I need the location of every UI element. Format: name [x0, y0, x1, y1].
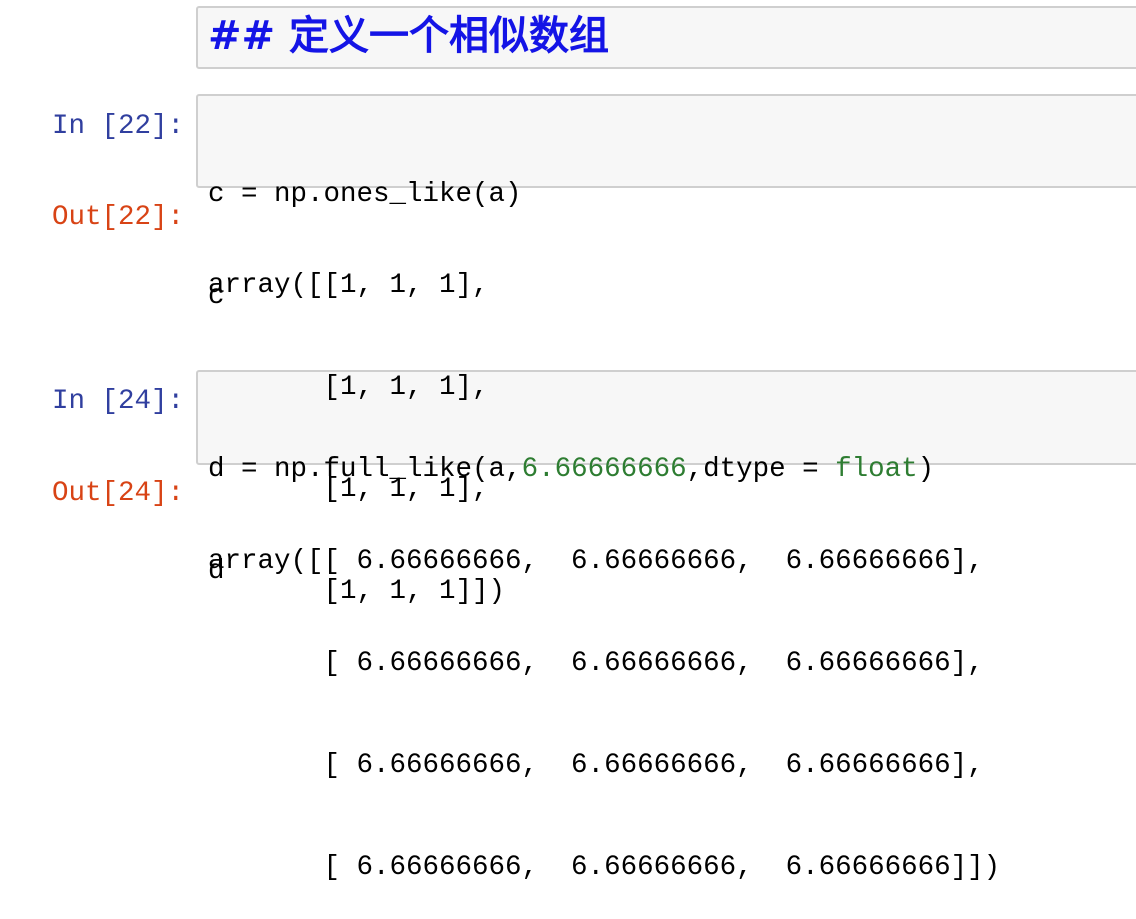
- output-line: [ 6.66666666, 6.66666666, 6.66666666],: [208, 750, 984, 781]
- output-line: [ 6.66666666, 6.66666666, 6.66666666],: [208, 648, 984, 679]
- output-prompt: Out[24]:: [51, 478, 184, 509]
- input-prompt: In [22]:: [51, 111, 184, 142]
- output-line: array([[1, 1, 1],: [208, 270, 489, 301]
- output-prompt: Out[22]:: [51, 202, 184, 233]
- markdown-heading: ## 定义一个相似数组: [208, 13, 609, 59]
- output-line: array([[ 6.66666666, 6.66666666, 6.66666…: [208, 546, 984, 577]
- output-line: [ 6.66666666, 6.66666666, 6.66666666]]): [208, 852, 1001, 883]
- input-prompt: In [24]:: [51, 386, 184, 417]
- output-area: array([[ 6.66666666, 6.66666666, 6.66666…: [208, 477, 1000, 919]
